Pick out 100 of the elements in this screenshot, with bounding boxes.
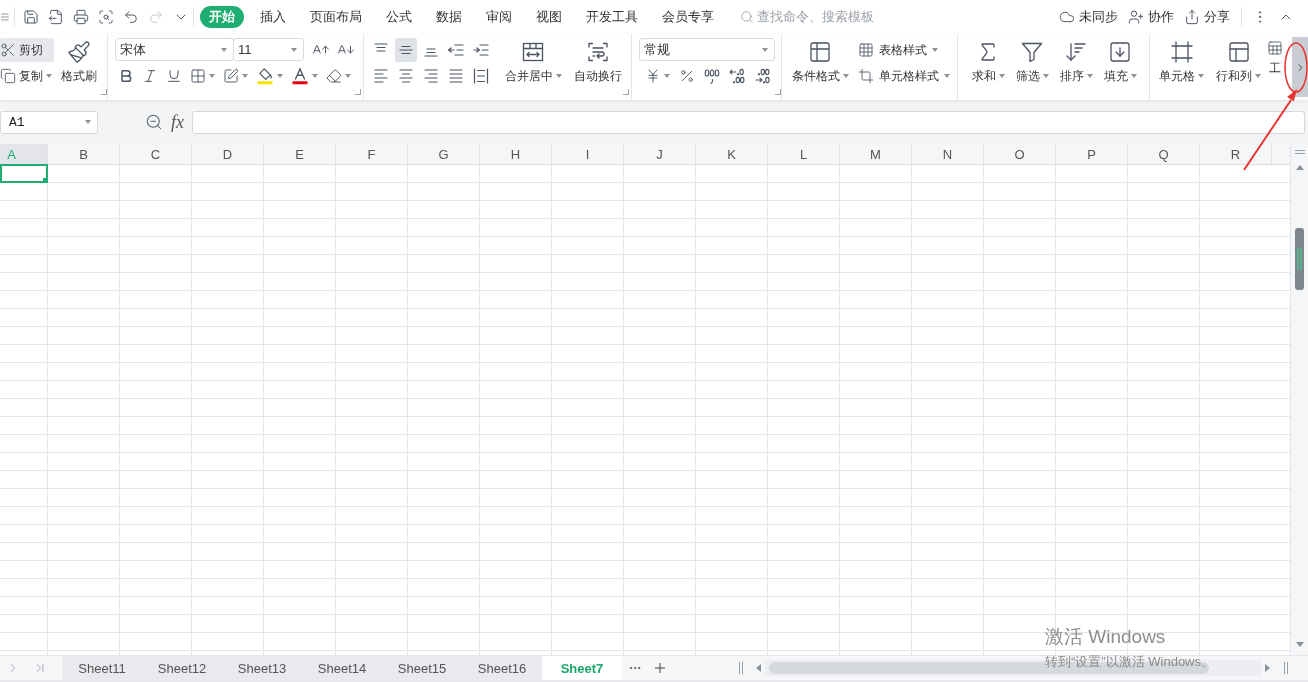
sort-button[interactable]: 排序 [1054,38,1098,98]
worksheet-button[interactable]: 工 [1267,38,1283,98]
cut-button[interactable]: 剪切 [0,38,54,62]
font-name-field[interactable]: 宋体 [115,38,234,61]
rows-columns-button[interactable]: 行和列 [1211,38,1266,98]
merge-center-button[interactable]: 合并居中 [504,38,562,98]
column-header[interactable]: Q [1128,144,1200,164]
collaborate-button[interactable]: 协作 [1128,8,1174,26]
zoom-out-icon[interactable] [145,113,163,131]
square-pen-icon[interactable] [223,68,239,84]
caret-down-icon[interactable] [312,74,318,78]
font-size-field[interactable]: 11 [233,38,304,61]
column-header[interactable]: K [696,144,768,164]
caret-down-icon[interactable] [998,74,1005,78]
ribbon-tab[interactable]: 插入 [248,6,298,28]
fill-button[interactable]: 填充 [1098,38,1142,98]
cell-button[interactable]: 单元格 [1154,38,1209,98]
sheet-tab[interactable]: Sheet15 [382,656,462,680]
caret-down-icon[interactable] [762,47,768,52]
caret-down-icon[interactable] [1086,74,1093,78]
column-header[interactable]: I [552,144,624,164]
sheet-tab[interactable]: Sheet14 [302,656,382,680]
sheet-tab[interactable]: Sheet12 [142,656,222,680]
ribbon-tab[interactable]: 公式 [374,6,424,28]
scroll-right-icon[interactable] [1265,664,1270,672]
name-box[interactable]: A1 [0,110,98,134]
scrollbar-thumb[interactable] [1295,228,1304,290]
ribbon-tab[interactable]: 会员专享 [650,6,726,28]
caret-down-icon[interactable] [85,120,91,124]
column-header[interactable]: J [624,144,696,164]
column-header[interactable]: M [840,144,912,164]
thousands-separator-icon[interactable] [704,68,720,84]
wrap-text-button[interactable]: 自动换行 [573,38,623,98]
caret-down-icon[interactable] [944,74,950,78]
caret-down-icon[interactable] [345,74,351,78]
column-header[interactable]: O [984,144,1056,164]
vertical-scrollbar[interactable] [1290,144,1308,655]
formula-field[interactable] [192,110,1305,134]
bold-icon[interactable] [118,68,134,84]
scroll-up-icon[interactable] [1295,165,1304,170]
cell-style-button[interactable]: 单元格样式 [858,64,952,88]
search-icon[interactable] [740,10,754,24]
column-header[interactable]: L [768,144,840,164]
ribbon-tab[interactable]: 页面布局 [298,6,374,28]
caret-down-icon[interactable] [1255,74,1261,78]
splitter-icon[interactable] [1284,662,1288,674]
yen-icon[interactable] [645,68,661,84]
decrease-decimal-icon[interactable] [754,68,770,84]
caret-down-icon[interactable] [209,74,215,78]
column-header[interactable]: N [912,144,984,164]
eraser-icon[interactable] [326,68,342,84]
caret-down-icon[interactable] [664,74,670,78]
column-header[interactable]: R [1200,144,1272,164]
share-icon[interactable] [1184,9,1200,25]
splitter-icon[interactable] [1294,150,1305,154]
sync-button[interactable]: 未同步 [1059,8,1118,26]
number-format-field[interactable]: 常规 [639,38,775,61]
column-header[interactable]: C [120,144,192,164]
align-middle-button[interactable] [395,38,417,62]
insert-function-button[interactable]: fx [171,111,184,133]
menu-icon[interactable] [0,12,10,22]
ribbon-tab[interactable]: 开发工具 [574,6,650,28]
copy-button[interactable]: 复制 [0,66,54,86]
caret-down-icon[interactable] [932,48,938,52]
ribbon-tab[interactable]: 审阅 [474,6,524,28]
sum-button[interactable]: 求和 [966,38,1010,98]
increase-decimal-icon[interactable] [729,68,745,84]
caret-down-icon[interactable] [555,74,562,78]
underline-icon[interactable] [166,68,182,84]
column-header[interactable]: F [336,144,408,164]
table-style-button[interactable]: 表格样式 [858,38,952,62]
add-sheet-icon[interactable] [652,660,668,676]
caret-down-icon[interactable] [291,47,297,52]
scroll-down-icon[interactable] [1295,642,1304,647]
format-painter-button[interactable]: 格式刷 [57,38,101,98]
font-color-icon[interactable] [291,67,309,85]
caret-down-icon[interactable] [46,74,52,78]
column-header[interactable]: G [408,144,480,164]
paintbrush-icon[interactable] [67,40,91,64]
fill-color-icon[interactable] [256,67,274,85]
share-button[interactable]: 分享 [1184,8,1230,26]
caret-down-icon[interactable] [1198,74,1204,78]
scissors-icon[interactable] [0,42,16,58]
ribbon-tab[interactable]: 数据 [424,6,474,28]
column-header[interactable]: P [1056,144,1128,164]
caret-down-icon[interactable] [1042,74,1049,78]
caret-down-icon[interactable] [277,74,283,78]
column-header[interactable]: H [480,144,552,164]
file-export-icon[interactable] [47,9,64,25]
dialog-launcher-icon[interactable] [355,89,361,95]
user-plus-icon[interactable] [1128,9,1144,25]
dialog-launcher-icon[interactable] [775,89,781,95]
scan-search-icon[interactable] [97,9,114,25]
sheet-tab[interactable]: Sheet16 [462,656,542,680]
splitter-icon[interactable] [739,662,743,674]
caret-down-icon[interactable] [842,74,849,78]
dialog-launcher-icon[interactable] [623,89,629,95]
sheet-tab[interactable]: Sheet11 [62,656,142,680]
conditional-format-button[interactable]: 条件格式 [790,38,850,98]
sheet-tab[interactable]: Sheet13 [222,656,302,680]
